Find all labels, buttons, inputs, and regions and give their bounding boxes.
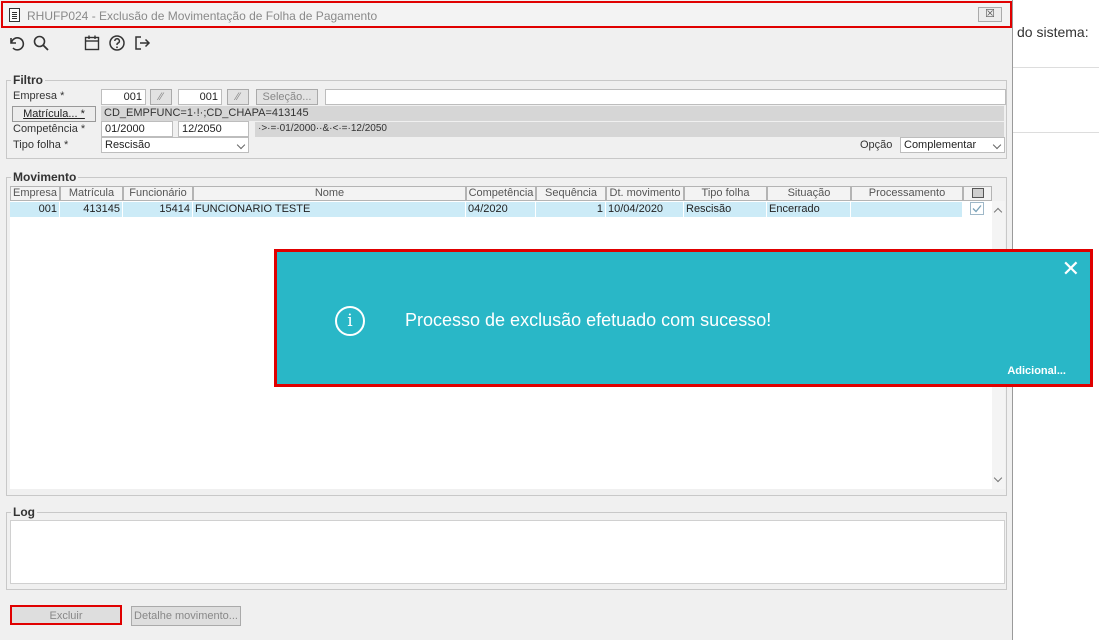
filter-legend: Filtro <box>13 73 43 87</box>
cell-matricula: 413145 <box>60 202 123 217</box>
log-textarea[interactable] <box>10 520 1005 584</box>
column-header[interactable]: Matrícula <box>60 186 123 201</box>
column-header[interactable]: Tipo folha <box>684 186 767 201</box>
checkmark-icon <box>970 202 984 215</box>
window-close-button[interactable]: ☒ <box>978 7 1002 22</box>
chevron-down-icon <box>992 140 1002 150</box>
cell-sequencia: 1 <box>536 202 606 217</box>
chevron-up-icon[interactable] <box>993 207 1003 217</box>
log-legend: Log <box>13 505 35 519</box>
column-header[interactable]: Empresa <box>10 186 60 201</box>
empresa-from-lookup-button[interactable]: ⁄⁄ <box>150 89 172 105</box>
opcao-label: Opção <box>860 139 893 151</box>
movimento-legend: Movimento <box>13 170 77 184</box>
column-header[interactable]: Processamento <box>851 186 963 201</box>
opcao-select[interactable]: Complementar <box>900 137 1005 153</box>
cell-nome: FUNCIONARIO TESTE <box>193 202 466 217</box>
competencia-label: Competência * <box>13 123 86 135</box>
column-header[interactable]: Situação <box>767 186 851 201</box>
undo-icon[interactable] <box>6 34 26 54</box>
column-header[interactable]: Funcionário <box>123 186 193 201</box>
row-checkbox[interactable] <box>963 202 992 217</box>
cell-empresa: 001 <box>10 202 60 217</box>
additional-link[interactable]: Adicional... <box>1007 365 1066 377</box>
column-header[interactable]: Nome <box>193 186 466 201</box>
empresa-to-input[interactable]: 001 <box>178 89 222 105</box>
exit-icon[interactable] <box>132 34 152 54</box>
grid-header: Empresa Matrícula Funcionário Nome Compe… <box>10 186 992 201</box>
selecao-button[interactable]: Seleção... <box>256 89 318 105</box>
competencia-from-input[interactable]: 01/2000 <box>101 121 173 137</box>
empresa-label: Empresa * <box>13 90 65 102</box>
tipo-folha-value: Rescisão <box>105 139 151 151</box>
detalhe-movimento-button[interactable]: Detalhe movimento... <box>131 606 241 626</box>
cell-competencia: 04/2020 <box>466 202 536 217</box>
system-text: do sistema: <box>1017 24 1089 40</box>
window-title: RHUFP024 - Exclusão de Movimentação de F… <box>27 9 378 23</box>
column-header[interactable]: Dt. movimento <box>606 186 684 201</box>
chevron-down-icon[interactable] <box>993 473 1003 483</box>
excluir-button[interactable]: Excluir <box>10 605 122 625</box>
cell-tipo-folha: Rescisão <box>684 202 767 217</box>
cell-situacao: Encerrado <box>767 202 851 217</box>
divider <box>1013 67 1099 68</box>
checkbox-icon <box>971 188 984 199</box>
divider <box>1013 132 1099 133</box>
select-all-header[interactable] <box>963 186 992 201</box>
column-header[interactable]: Sequência <box>536 186 606 201</box>
close-icon[interactable]: ✕ <box>1062 258 1080 280</box>
empresa-from-input[interactable]: 001 <box>101 89 146 105</box>
lookup-icon: ⁄⁄ <box>236 91 240 103</box>
matricula-expression: CD_EMPFUNC=1·!·;CD_CHAPA=413145 <box>101 106 1004 121</box>
lookup-icon: ⁄⁄ <box>159 91 163 103</box>
empresa-to-lookup-button[interactable]: ⁄⁄ <box>227 89 249 105</box>
info-icon: i <box>335 306 365 336</box>
cell-dt-movimento: 10/04/2020 <box>606 202 684 217</box>
search-icon[interactable] <box>31 34 51 54</box>
help-icon[interactable] <box>107 34 127 54</box>
matricula-button[interactable]: Matrícula... * <box>12 106 96 122</box>
notification-message: Processo de exclusão efetuado com sucess… <box>405 310 772 330</box>
chevron-down-icon <box>236 140 246 150</box>
table-row[interactable]: 001 413145 15414 FUNCIONARIO TESTE 04/20… <box>10 202 992 217</box>
column-header[interactable]: Competência <box>466 186 536 201</box>
tipo-folha-select[interactable]: Rescisão <box>101 137 249 153</box>
competencia-expression: ·>·=·01/2000··&·<·=·12/2050 <box>255 122 1004 137</box>
competencia-to-input[interactable]: 12/2050 <box>178 121 249 137</box>
opcao-value: Complementar <box>904 139 977 151</box>
cell-funcionario: 15414 <box>123 202 193 217</box>
selecao-input[interactable] <box>325 89 1006 105</box>
calendar-icon[interactable] <box>82 34 102 54</box>
title-bar: RHUFP024 - Exclusão de Movimentação de F… <box>1 1 1012 28</box>
toolbar <box>0 30 1012 60</box>
tipo-folha-label: Tipo folha * <box>13 139 69 151</box>
document-icon <box>9 8 20 22</box>
cell-processamento <box>851 202 963 217</box>
success-notification: ✕ i Processo de exclusão efetuado com su… <box>274 249 1093 387</box>
